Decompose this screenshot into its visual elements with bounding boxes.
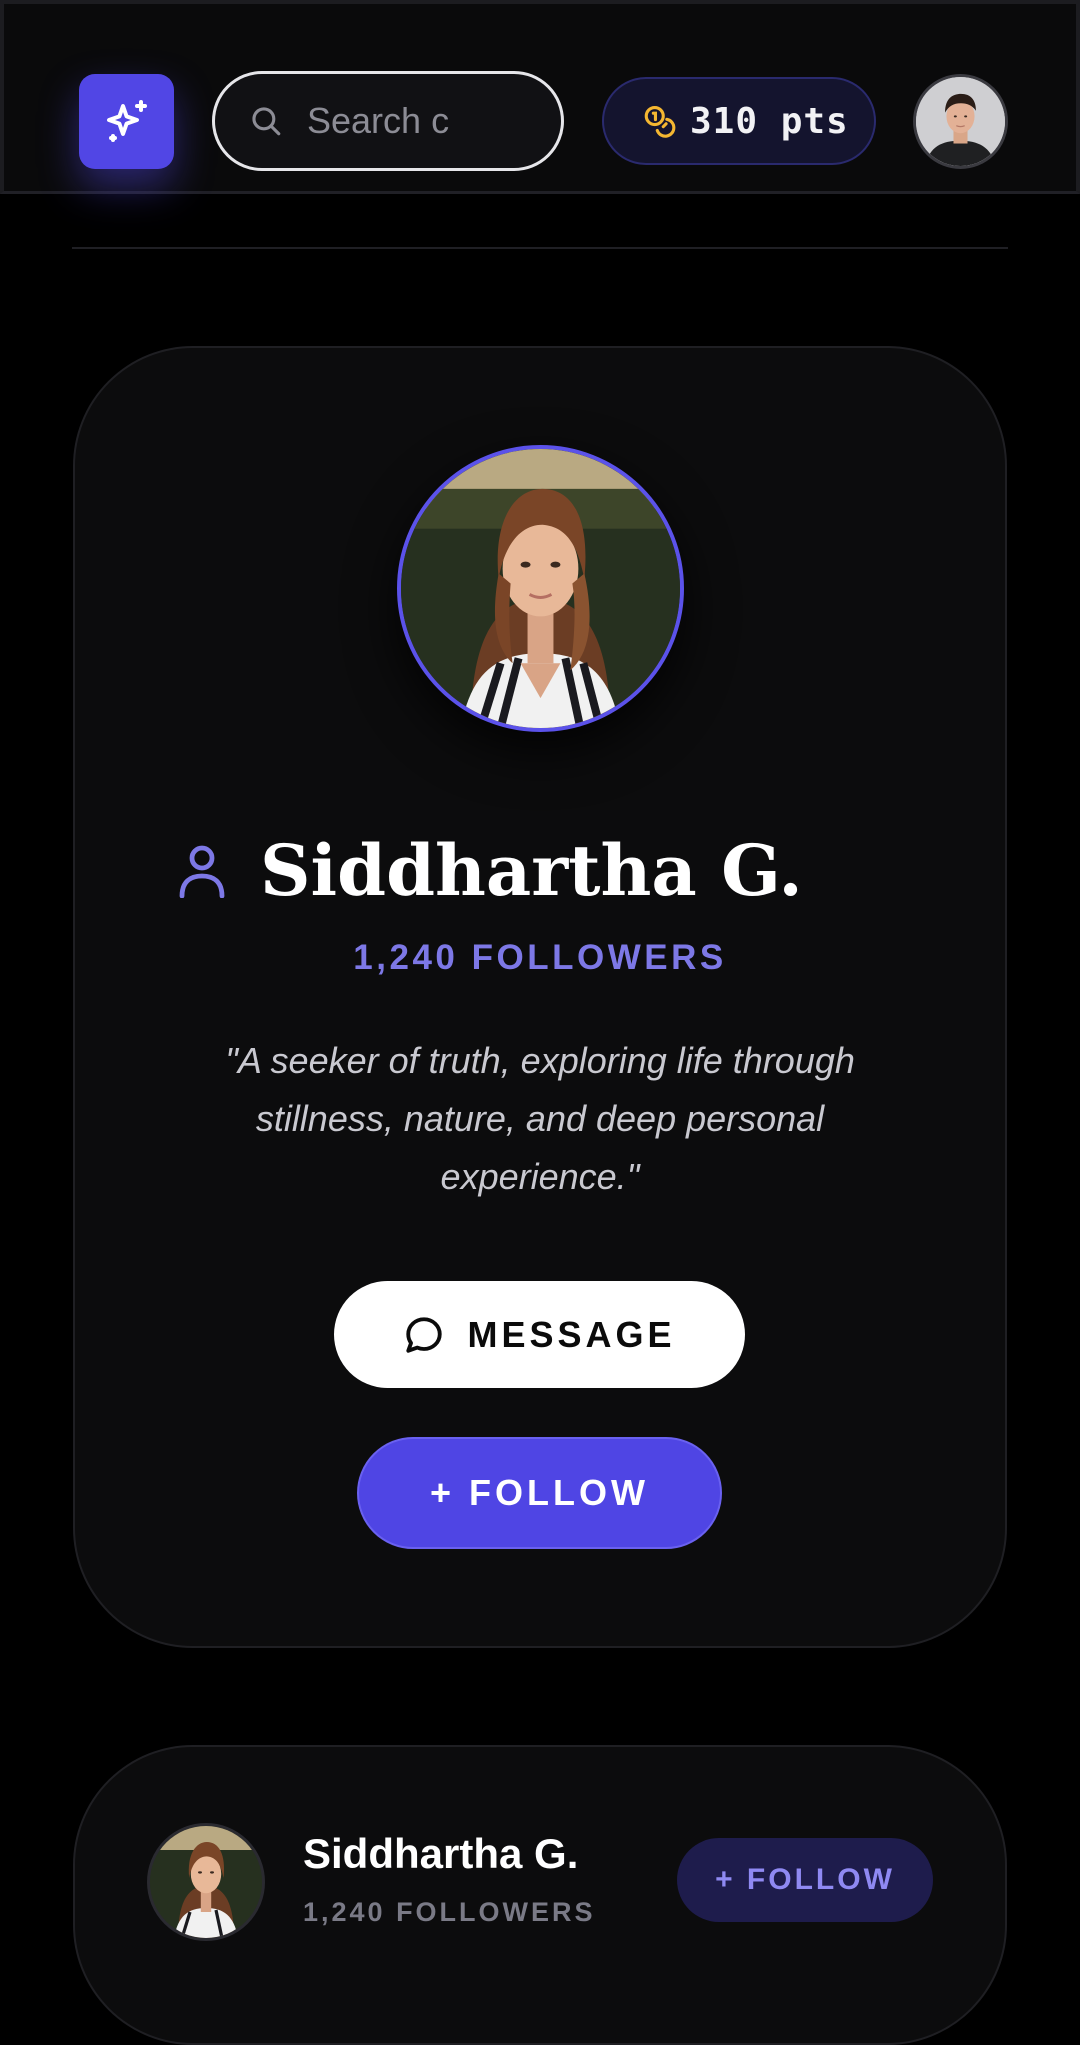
search-input[interactable] — [305, 90, 459, 152]
followers-count: 1,240 FOLLOWERS — [353, 938, 727, 977]
search-bar[interactable] — [212, 71, 564, 171]
follow-button[interactable]: + FOLLOW — [357, 1437, 722, 1549]
bio-line: "A seeker of truth, exploring life throu… — [225, 1040, 855, 1081]
user-avatar[interactable] — [913, 74, 1008, 169]
sparkles-icon — [106, 99, 147, 142]
header-divider — [72, 247, 1008, 249]
bio-line: stillness, nature, and deep personal — [255, 1098, 825, 1139]
search-icon — [252, 107, 281, 136]
coins-icon — [644, 105, 676, 138]
top-bar: 310 pts — [0, 0, 1080, 194]
profile-name-row: Siddhartha G. — [178, 825, 803, 915]
suggested-name: Siddhartha G. — [303, 1830, 579, 1877]
chat-bubble-icon — [406, 1316, 443, 1353]
logo-button[interactable] — [79, 74, 174, 169]
points-value: 310 pts — [690, 100, 849, 142]
profile-bio: "A seeker of truth, exploring life throu… — [190, 1032, 890, 1206]
profile-avatar — [397, 445, 684, 732]
suggested-followers: 1,240 FOLLOWERS — [303, 1897, 596, 1927]
suggested-avatar — [147, 1823, 265, 1941]
message-button[interactable]: MESSAGE — [334, 1281, 745, 1388]
points-badge[interactable]: 310 pts — [602, 77, 876, 165]
user-icon — [179, 845, 225, 898]
suggested-follow-button[interactable]: + FOLLOW — [677, 1838, 933, 1922]
message-label: MESSAGE — [467, 1313, 676, 1355]
profile-name: Siddhartha G. — [260, 828, 803, 912]
bio-line: experience." — [440, 1156, 640, 1197]
